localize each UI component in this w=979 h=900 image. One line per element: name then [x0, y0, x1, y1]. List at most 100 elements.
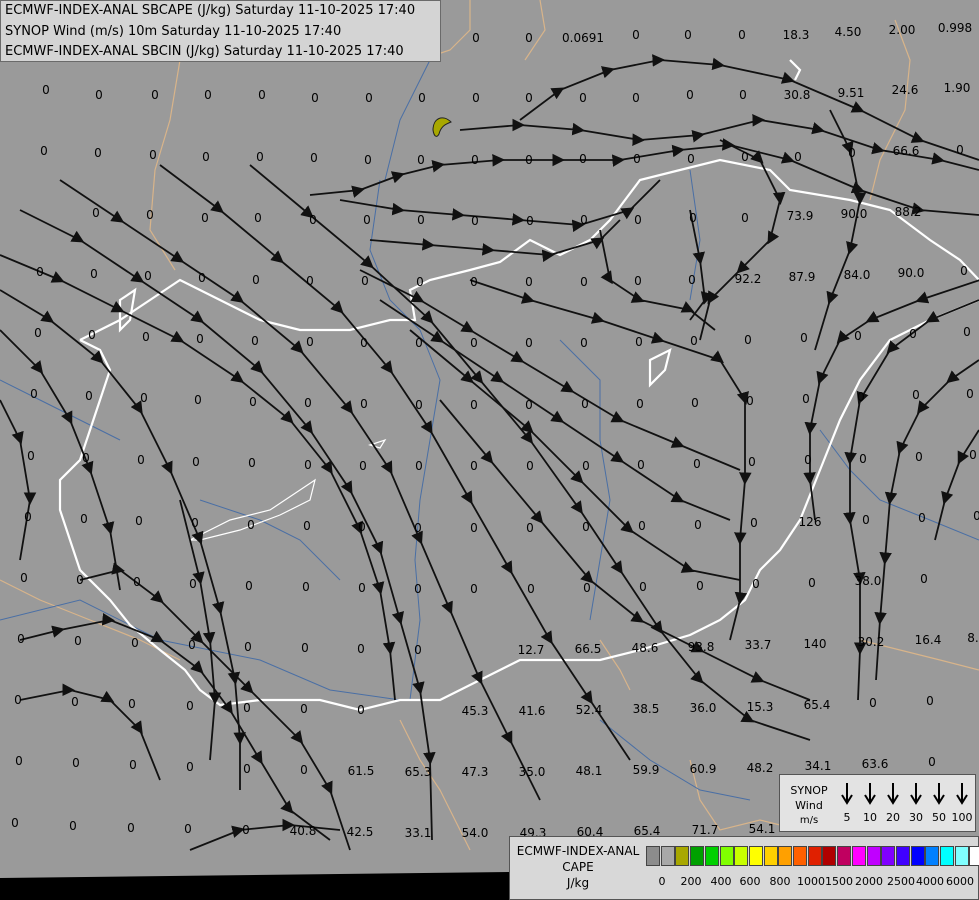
cape-value-label: 0	[252, 273, 260, 287]
cape-value-label: 0	[300, 763, 308, 777]
cape-value-label: 0	[417, 213, 425, 227]
cape-value-label: 0	[72, 756, 80, 770]
cape-value-label: 0	[802, 392, 810, 406]
cape-value-label: 84.0	[844, 268, 871, 282]
wind-arrow-icon	[956, 783, 968, 805]
cape-value-label: 54.1	[749, 822, 776, 836]
cape-value-label: 0	[192, 455, 200, 469]
cape-value-label: 90.0	[841, 207, 868, 221]
weather-map[interactable]: 0 0 0.0691 0 0 0 18.3 4.50 2.00 0.998 0 0 0 0 0 0 0 0 0 0 0 0…	[0, 0, 979, 900]
cape-value-label: 0	[686, 88, 694, 102]
cape-value-label: 0	[582, 459, 590, 473]
cape-value-label: 0	[525, 398, 533, 412]
cape-value-label: 60.9	[690, 762, 717, 776]
cape-value-label: 0	[27, 449, 35, 463]
cape-value-label: 0	[579, 152, 587, 166]
cape-value-label: 0	[14, 693, 22, 707]
cape-value-label: 0	[525, 91, 533, 105]
cape-value-label: 0	[632, 28, 640, 42]
cape-value-label: 0	[527, 582, 535, 596]
cape-color-swatch	[793, 846, 807, 866]
cape-tick-label: 1500	[825, 875, 853, 888]
cape-value-label: 0	[137, 453, 145, 467]
cape-value-label: 0	[739, 88, 747, 102]
cape-value-label: 0	[920, 572, 928, 586]
cape-value-label: 0	[191, 516, 199, 530]
cape-color-swatch	[646, 846, 660, 866]
cape-value-label: 0	[249, 395, 257, 409]
cape-value-label: 0	[311, 91, 319, 105]
cape-color-swatch	[763, 846, 778, 866]
cape-value-label: 0	[696, 579, 704, 593]
cape-value-label: 0	[580, 336, 588, 350]
wind-arrow-icon	[841, 783, 853, 805]
cape-value-label: 0	[690, 334, 698, 348]
cape-value-label: 0	[580, 213, 588, 227]
cape-value-label: 0	[248, 456, 256, 470]
cape-value-label: 0	[637, 458, 645, 472]
cape-value-label: 48.2	[747, 761, 774, 775]
cape-value-label: 66.6	[893, 144, 920, 158]
cape-value-label: 0	[20, 571, 28, 585]
cape-tick-label: 200	[680, 875, 702, 888]
cape-value-label: 9.51	[838, 86, 865, 100]
cape-value-label: 0	[36, 265, 44, 279]
cape-value-label: 0	[470, 459, 478, 473]
cape-value-label: 66.5	[575, 642, 602, 656]
cape-value-label: 0	[857, 390, 865, 404]
cape-value-label: 0	[693, 457, 701, 471]
cape-value-label: 0	[632, 91, 640, 105]
cape-value-label: 0	[471, 153, 479, 167]
cape-value-label: 0	[470, 521, 478, 535]
cape-value-label: 0	[94, 146, 102, 160]
cape-value-label: 0	[744, 333, 752, 347]
cape-value-label: 12.7	[518, 643, 545, 657]
cape-value-label: 0	[525, 153, 533, 167]
cape-value-label: 0	[144, 269, 152, 283]
cape-value-label: 52.4	[576, 703, 603, 717]
cape-value-label: 0	[146, 208, 154, 222]
cape-value-label: 0	[912, 388, 920, 402]
cape-value-label: 0	[304, 396, 312, 410]
cape-value-label: 1.90	[944, 81, 971, 95]
cape-value-label: 0	[960, 264, 968, 278]
cape-value-label: 0	[808, 576, 816, 590]
cape-value-label: 0	[300, 702, 308, 716]
cape-value-label: 0	[140, 391, 148, 405]
cape-value-label: 0	[417, 153, 425, 167]
cape-tick-label: 600	[739, 875, 761, 888]
cape-value-label: 0	[635, 335, 643, 349]
cape-value-label: 0	[256, 150, 264, 164]
cape-value-label: 0	[151, 88, 159, 102]
cape-value-label: 16.4	[915, 633, 942, 647]
cape-value-label: 0	[638, 519, 646, 533]
cape-value-label: 126	[799, 515, 822, 529]
cape-color-swatch	[969, 846, 979, 866]
wind-speed-label: 50	[932, 811, 946, 824]
cape-value-label: 0	[526, 459, 534, 473]
cape-value-label: 0	[358, 581, 366, 595]
cape-value-label: 0	[306, 274, 314, 288]
title-line-cin: ECMWF-INDEX-ANAL SBCIN (J/kg) Saturday 1…	[5, 44, 404, 59]
cape-value-label: 0	[634, 274, 642, 288]
cape-value-label: 0	[90, 267, 98, 281]
cape-color-swatch	[954, 846, 969, 866]
cape-value-label: 0	[15, 754, 23, 768]
cape-value-label: 30.8	[784, 88, 811, 102]
cape-value-label: 0	[357, 642, 365, 656]
cape-value-label: 0	[358, 520, 366, 534]
wind-speed-label: 10	[863, 811, 877, 824]
cape-value-label: 0	[309, 213, 317, 227]
cape-value-label: 92.2	[735, 272, 762, 286]
cape-value-label: 33.7	[745, 638, 772, 652]
cape-value-label: 0	[794, 150, 802, 164]
map-title-box: ECMWF-INDEX-ANAL SBCAPE (J/kg) Saturday …	[0, 0, 441, 62]
title-line-cape: ECMWF-INDEX-ANAL SBCAPE (J/kg) Saturday …	[5, 3, 416, 18]
cape-value-label: 0	[688, 273, 696, 287]
cape-value-label: 0	[969, 448, 977, 462]
cape-value-label: 0	[634, 213, 642, 227]
cape-value-label: 0	[74, 634, 82, 648]
cape-value-label: 0	[741, 150, 749, 164]
cape-value-label: 0	[848, 146, 856, 160]
cape-value-label: 0	[859, 452, 867, 466]
